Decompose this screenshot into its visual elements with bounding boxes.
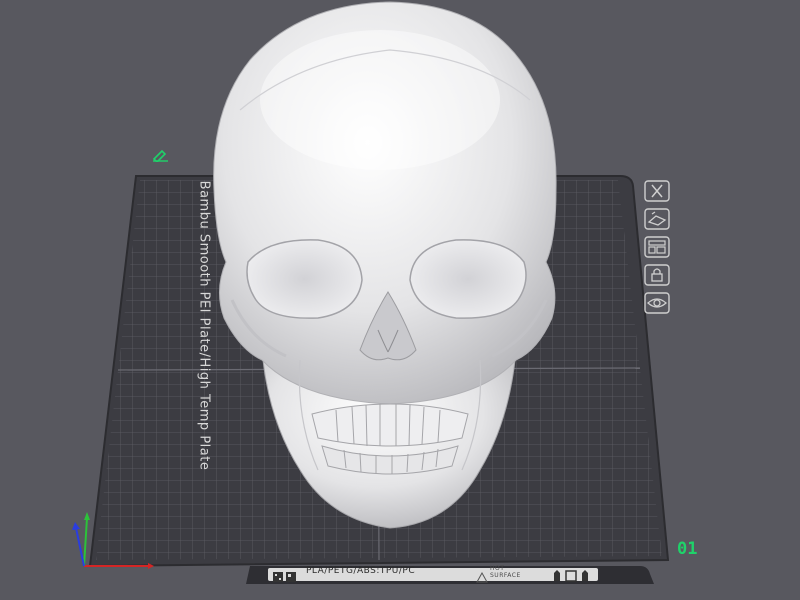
plate-settings-button[interactable] [644,292,670,314]
plate-number: 01 [677,539,698,559]
plate-qr-icon [272,568,298,582]
warning-icon [476,568,488,583]
plate-materials-label: PLA/PETG/ABS:TPU/PC [306,566,416,576]
edit-plate-name-icon[interactable] [152,147,170,164]
hot-surface-label: HOT SURFACE [490,565,521,579]
plate-type-label: Bambu Smooth PEI Plate/High Temp Plate [196,180,212,471]
arrange-button[interactable] [644,236,670,258]
lock-plate-button[interactable] [644,264,670,286]
auto-orient-button[interactable] [644,208,670,230]
3d-viewport[interactable] [0,0,800,600]
close-plate-button[interactable] [644,180,670,202]
plate-bed-icons [552,567,596,582]
